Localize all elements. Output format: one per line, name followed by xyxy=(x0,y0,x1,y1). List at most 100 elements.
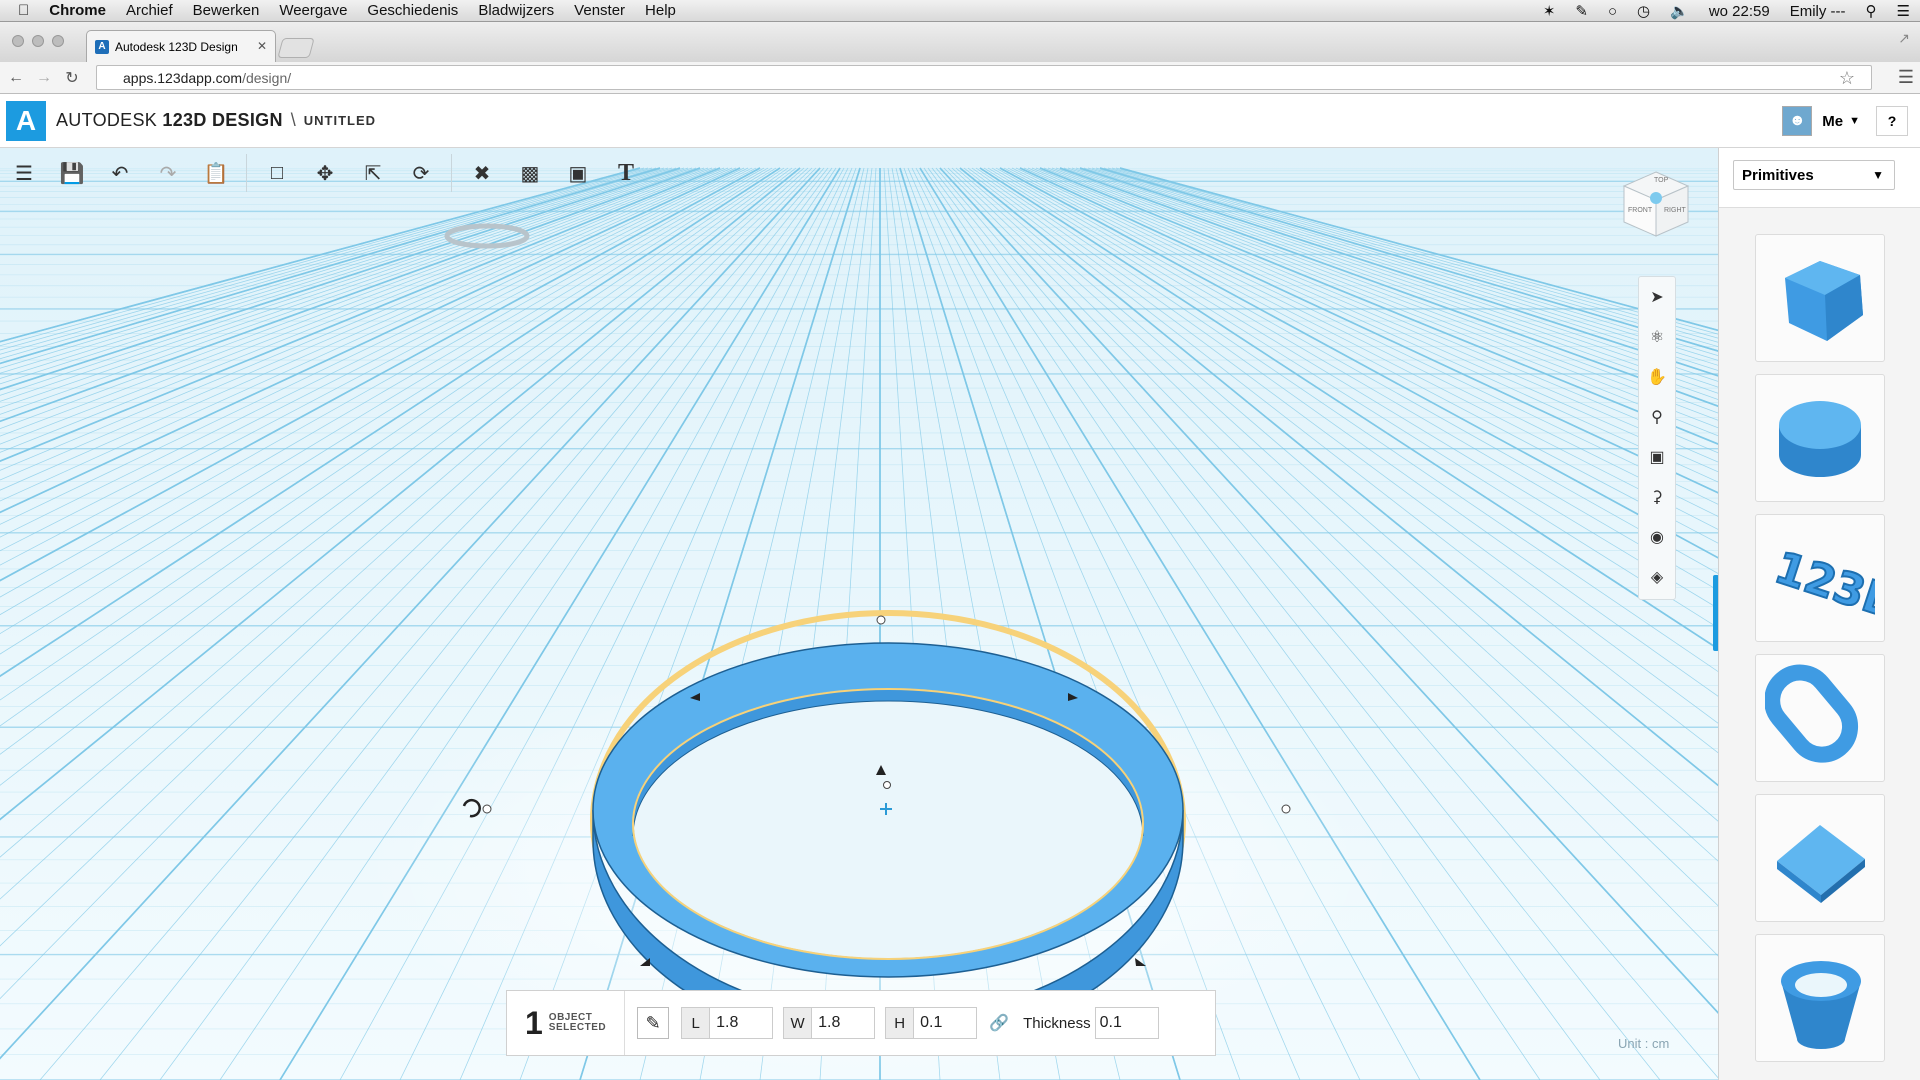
address-bar[interactable]: apps.123dapp.com/design/ ☆ xyxy=(96,65,1872,90)
length-field[interactable]: L 1.8 xyxy=(681,1007,774,1039)
width-field[interactable]: W 1.8 xyxy=(783,1007,876,1039)
edit-sketch-button[interactable]: ✎ xyxy=(637,1007,670,1039)
material-icon: ◈ xyxy=(1650,569,1664,586)
thickness-field[interactable]: Thickness 0.1 xyxy=(1023,1007,1159,1039)
cone-icon xyxy=(1781,961,1861,1049)
selection-count: 1 OBJECT SELECTED xyxy=(507,991,626,1055)
visibility-button[interactable]: ◉ xyxy=(1639,517,1675,557)
primitive-cone[interactable] xyxy=(1755,934,1885,1062)
combine-button[interactable]: ▣ xyxy=(554,149,602,197)
chevron-down-icon: ▼ xyxy=(1849,115,1860,127)
height-value[interactable]: 0.1 xyxy=(914,1014,976,1032)
fullscreen-icon[interactable]: ↗ xyxy=(1898,30,1910,47)
group-button[interactable]: ▩ xyxy=(506,149,554,197)
status-icon[interactable]: ✶ xyxy=(1543,2,1556,20)
user-menu[interactable]: Emily --- xyxy=(1790,3,1846,20)
redo-button[interactable]: ↷ xyxy=(144,149,192,197)
width-value[interactable]: 1.8 xyxy=(812,1014,874,1032)
user-menu-button[interactable]: ☻ Me ▼ xyxy=(1782,104,1860,138)
menu-bewerken[interactable]: Bewerken xyxy=(193,2,260,19)
chevron-down-icon: ▼ xyxy=(1872,168,1884,182)
clock[interactable]: wo 22:59 xyxy=(1709,3,1770,20)
construct-button[interactable]: ✖ xyxy=(458,149,506,197)
bookmark-star-icon[interactable]: ☆ xyxy=(1839,68,1855,89)
menu-help[interactable]: Help xyxy=(645,2,676,19)
viewcube-right-label[interactable]: RIGHT xyxy=(1664,207,1687,214)
pen-icon[interactable]: ✎ xyxy=(1575,2,1588,20)
app-header: A AUTODESK 123D DESIGN \ UNTITLED ☻ Me ▼… xyxy=(0,94,1920,148)
menu-chrome[interactable]: Chrome xyxy=(49,2,106,19)
combine-icon: ▣ xyxy=(568,162,588,185)
scale-button[interactable]: ⇱ xyxy=(349,149,397,197)
forward-icon[interactable]: → xyxy=(32,69,56,87)
primitives-button[interactable]: □ xyxy=(253,149,301,197)
help-button[interactable]: ? xyxy=(1876,106,1908,136)
clipboard-button[interactable]: 📋 xyxy=(192,149,240,197)
group-icon: ▩ xyxy=(520,162,540,185)
close-tab-icon[interactable]: ✕ xyxy=(257,39,267,53)
wifi-icon[interactable]: ○ xyxy=(1608,3,1617,20)
3d-viewport[interactable]: ☰ 💾 ↶ ↷ 📋 □ ✥ ⇱ ⟳ ✖ ▩ ▣ T TOP FRONT RIGH… xyxy=(0,148,1718,1080)
undo-icon: ↶ xyxy=(111,162,129,185)
orbit-button[interactable]: ⚛ xyxy=(1639,317,1675,357)
link-proportions-icon[interactable]: 🔗 xyxy=(989,1013,1009,1033)
thickness-value[interactable]: 0.1 xyxy=(1094,1007,1159,1039)
grid-canvas[interactable] xyxy=(0,148,1718,1080)
primitive-box[interactable] xyxy=(1755,234,1885,362)
zoom-selected-button[interactable]: ⚳ xyxy=(1639,477,1675,517)
menu-bladwijzers[interactable]: Bladwijzers xyxy=(478,2,554,19)
pan-button[interactable]: ✋ xyxy=(1639,357,1675,397)
fit-button[interactable]: ▣ xyxy=(1639,437,1675,477)
save-button[interactable]: 💾 xyxy=(48,149,96,197)
menu-weergave[interactable]: Weergave xyxy=(279,2,347,19)
browser-tab[interactable]: A Autodesk 123D Design ✕ xyxy=(86,30,276,62)
viewcube-top-label[interactable]: TOP xyxy=(1654,177,1669,184)
primitives-dropdown[interactable]: Primitives ▼ xyxy=(1733,160,1895,190)
text-tool-button[interactable]: T xyxy=(602,149,650,197)
menu-geschiedenis[interactable]: Geschiedenis xyxy=(367,2,458,19)
view-cube[interactable]: TOP FRONT RIGHT xyxy=(1620,168,1692,240)
url-host: apps.123dapp.com xyxy=(123,69,243,86)
new-tab-button[interactable] xyxy=(277,38,315,58)
reload-icon[interactable]: ↻ xyxy=(60,68,84,88)
chrome-menu-icon[interactable]: ☰ xyxy=(1898,67,1914,88)
primitive-torus[interactable] xyxy=(1755,654,1885,782)
length-value[interactable]: 1.8 xyxy=(710,1014,772,1032)
primitive-text[interactable]: 123D xyxy=(1755,514,1885,642)
autodesk-logo-icon[interactable]: A xyxy=(6,100,46,141)
menu-icon: ☰ xyxy=(15,162,33,185)
time-machine-icon[interactable]: ◷ xyxy=(1637,2,1650,20)
fit-frame-icon: ▣ xyxy=(1649,449,1665,466)
volume-icon[interactable]: 🔈 xyxy=(1670,2,1689,20)
select-button[interactable]: ➤ xyxy=(1639,277,1675,317)
notification-list-icon[interactable]: ☰ xyxy=(1897,2,1910,20)
menu-archief[interactable]: Archief xyxy=(126,2,173,19)
construct-icon: ✖ xyxy=(473,162,491,185)
close-window-button[interactable] xyxy=(12,35,24,47)
refresh-button[interactable]: ⟳ xyxy=(397,149,445,197)
height-label: H xyxy=(886,1008,915,1038)
zoom-button[interactable]: ⚲ xyxy=(1639,397,1675,437)
menu-button[interactable]: ☰ xyxy=(0,149,48,197)
eye-icon: ◉ xyxy=(1650,529,1664,546)
height-field[interactable]: H 0.1 xyxy=(885,1007,978,1039)
back-icon[interactable]: ← xyxy=(4,69,28,87)
menu-venster[interactable]: Venster xyxy=(574,2,625,19)
material-button[interactable]: ◈ xyxy=(1639,557,1675,597)
zoom-window-button[interactable] xyxy=(52,35,64,47)
width-label: W xyxy=(784,1008,813,1038)
primitive-cylinder[interactable] xyxy=(1755,374,1885,502)
avatar: ☻ xyxy=(1782,106,1813,136)
viewcube-front-label[interactable]: FRONT xyxy=(1628,207,1653,214)
length-label: L xyxy=(682,1008,711,1038)
move-button[interactable]: ✥ xyxy=(301,149,349,197)
document-title[interactable]: UNTITLED xyxy=(304,113,376,128)
minimize-window-button[interactable] xyxy=(32,35,44,47)
panel-header: Primitives ▼ xyxy=(1719,148,1920,208)
primitive-wedge[interactable] xyxy=(1755,794,1885,922)
save-icon: 💾 xyxy=(59,162,85,185)
box-icon xyxy=(1785,261,1863,341)
apple-menu-icon[interactable]:  xyxy=(18,2,29,19)
spotlight-search-icon[interactable]: ⚲ xyxy=(1866,2,1877,20)
undo-button[interactable]: ↶ xyxy=(96,149,144,197)
